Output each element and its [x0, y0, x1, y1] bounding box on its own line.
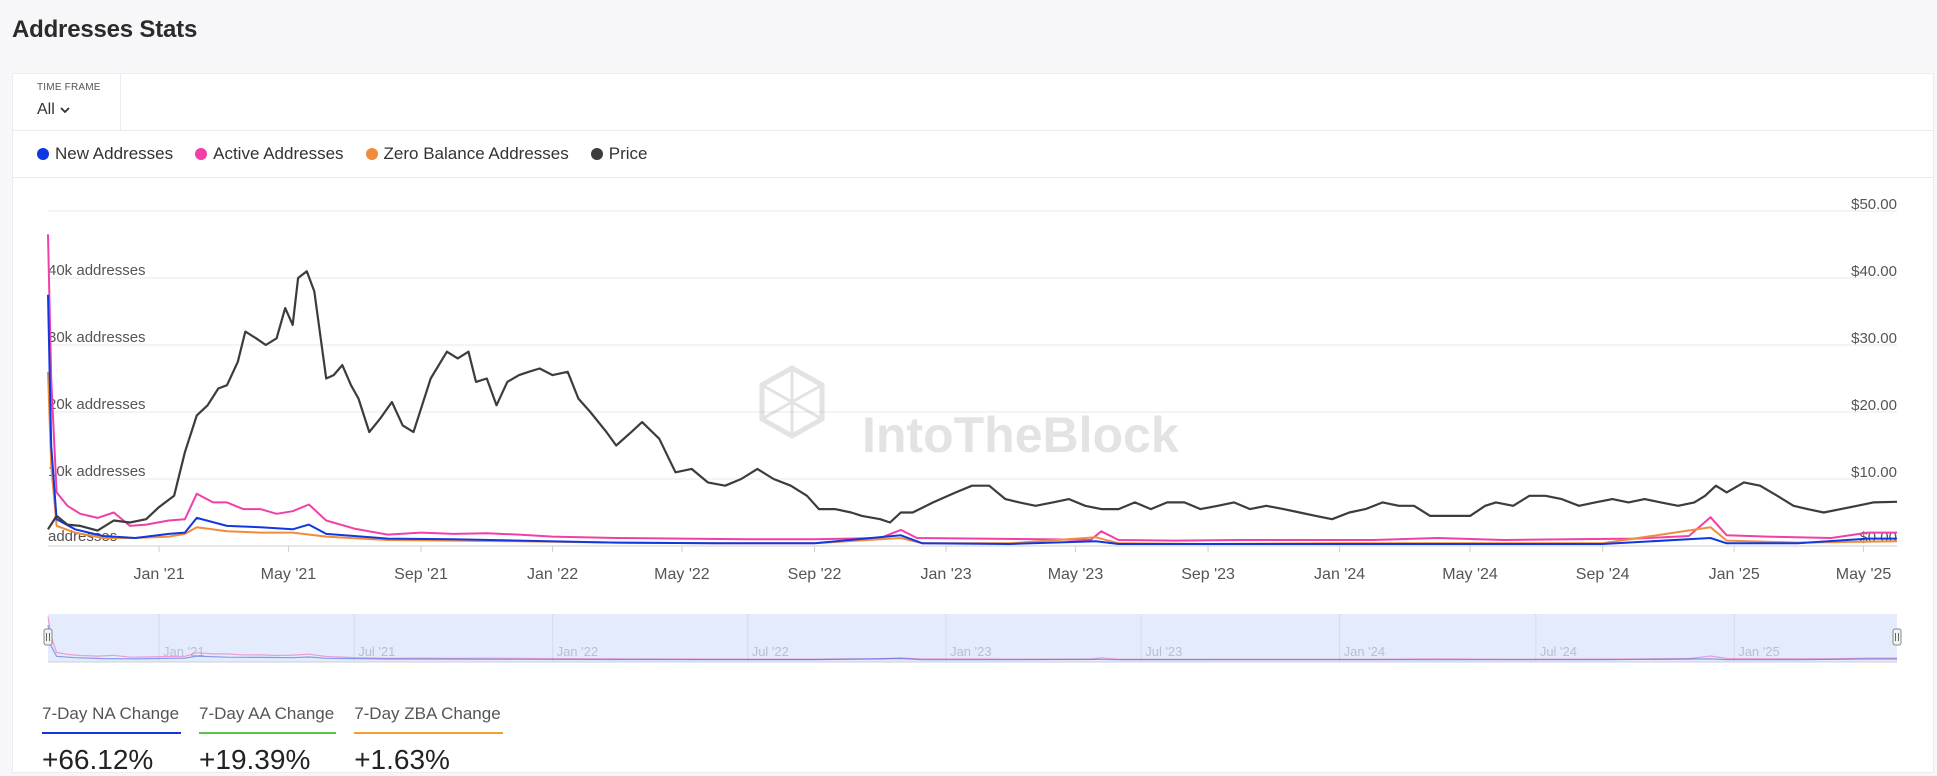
stat-label: 7-Day ZBA Change — [354, 700, 503, 734]
x-tick-label: Jan '22 — [527, 566, 578, 583]
x-tick-label: Jan '21 — [134, 566, 185, 583]
navigator-label: Jan '22 — [557, 644, 599, 659]
y-right-tick-label: $50.00 — [1851, 196, 1897, 213]
x-tick-label: Sep '24 — [1576, 566, 1630, 583]
y-right-tick-label: $10.00 — [1851, 464, 1897, 481]
stat-label: 7-Day AA Change — [199, 700, 337, 734]
stats-row: 7-Day NA Change +66.12% 7-Day AA Change … — [42, 700, 503, 776]
stat-aa-change: 7-Day AA Change +19.39% — [199, 700, 337, 776]
x-tick-label: May '21 — [261, 566, 317, 583]
x-tick-label: May '22 — [654, 566, 710, 583]
series-line-active-addresses — [47, 234, 1897, 542]
series-line-price — [47, 270, 1898, 532]
y-right-tick-label: $0.00 — [1859, 529, 1897, 546]
x-tick-label: May '23 — [1048, 566, 1104, 583]
stat-value: +66.12% — [42, 744, 154, 775]
stat-label: 7-Day NA Change — [42, 700, 182, 734]
navigator-label: Jul '21 — [358, 644, 395, 659]
navigator-left-handle[interactable] — [43, 628, 53, 646]
watermark-text: IntoTheBlock — [862, 407, 1179, 463]
watermark: IntoTheBlock — [759, 365, 1179, 463]
chart-navigator[interactable]: Jan '21 Jul '21 Jan '22 Jul '22 Jan '23 Jul '… — [43, 614, 1902, 663]
x-tick-label: Sep '21 — [394, 566, 448, 583]
x-tick-label: May '25 — [1836, 566, 1892, 583]
navigator-label: Jul '24 — [1540, 644, 1577, 659]
stat-zba-change: 7-Day ZBA Change +1.63% — [354, 700, 503, 776]
addresses-chart[interactable]: IntoTheBlock $0.00 $10.00 $20.00 $30.00 $40.… — [0, 0, 1937, 700]
y-left-tick-label: 10k addresses — [48, 463, 146, 480]
navigator-label: Jan '24 — [1344, 644, 1386, 659]
x-tick-label: May '24 — [1442, 566, 1498, 583]
chart-series — [47, 234, 1898, 545]
y-right-tick-label: $20.00 — [1851, 397, 1897, 414]
x-tick-label: Jan '25 — [1709, 566, 1760, 583]
y-left-tick-label: 20k addresses — [48, 396, 146, 413]
x-tick-label: Sep '23 — [1181, 566, 1235, 583]
x-tick-label: Sep '22 — [788, 566, 842, 583]
x-tick-label: Jan '23 — [921, 566, 972, 583]
navigator-right-handle[interactable] — [1892, 628, 1902, 646]
y-right-tick-label: $40.00 — [1851, 263, 1897, 280]
navigator-label: Jul '22 — [752, 644, 789, 659]
navigator-label: Jul '23 — [1145, 644, 1182, 659]
y-right-tick-label: $30.00 — [1851, 330, 1897, 347]
stat-value: +19.39% — [199, 744, 311, 775]
y-left-tick-label: 40k addresses — [48, 262, 146, 279]
navigator-label: Jan '23 — [950, 644, 992, 659]
stat-value: +1.63% — [354, 744, 450, 775]
y-left-tick-label: 30k addresses — [48, 329, 146, 346]
chart-axes: $0.00$10.00$20.00$30.00$40.00$50.00addre… — [48, 196, 1897, 583]
x-tick-label: Jan '24 — [1314, 566, 1365, 583]
navigator-label: Jan '25 — [1738, 644, 1780, 659]
intotheblock-logo-icon — [759, 365, 825, 439]
stat-na-change: 7-Day NA Change +66.12% — [42, 700, 182, 776]
